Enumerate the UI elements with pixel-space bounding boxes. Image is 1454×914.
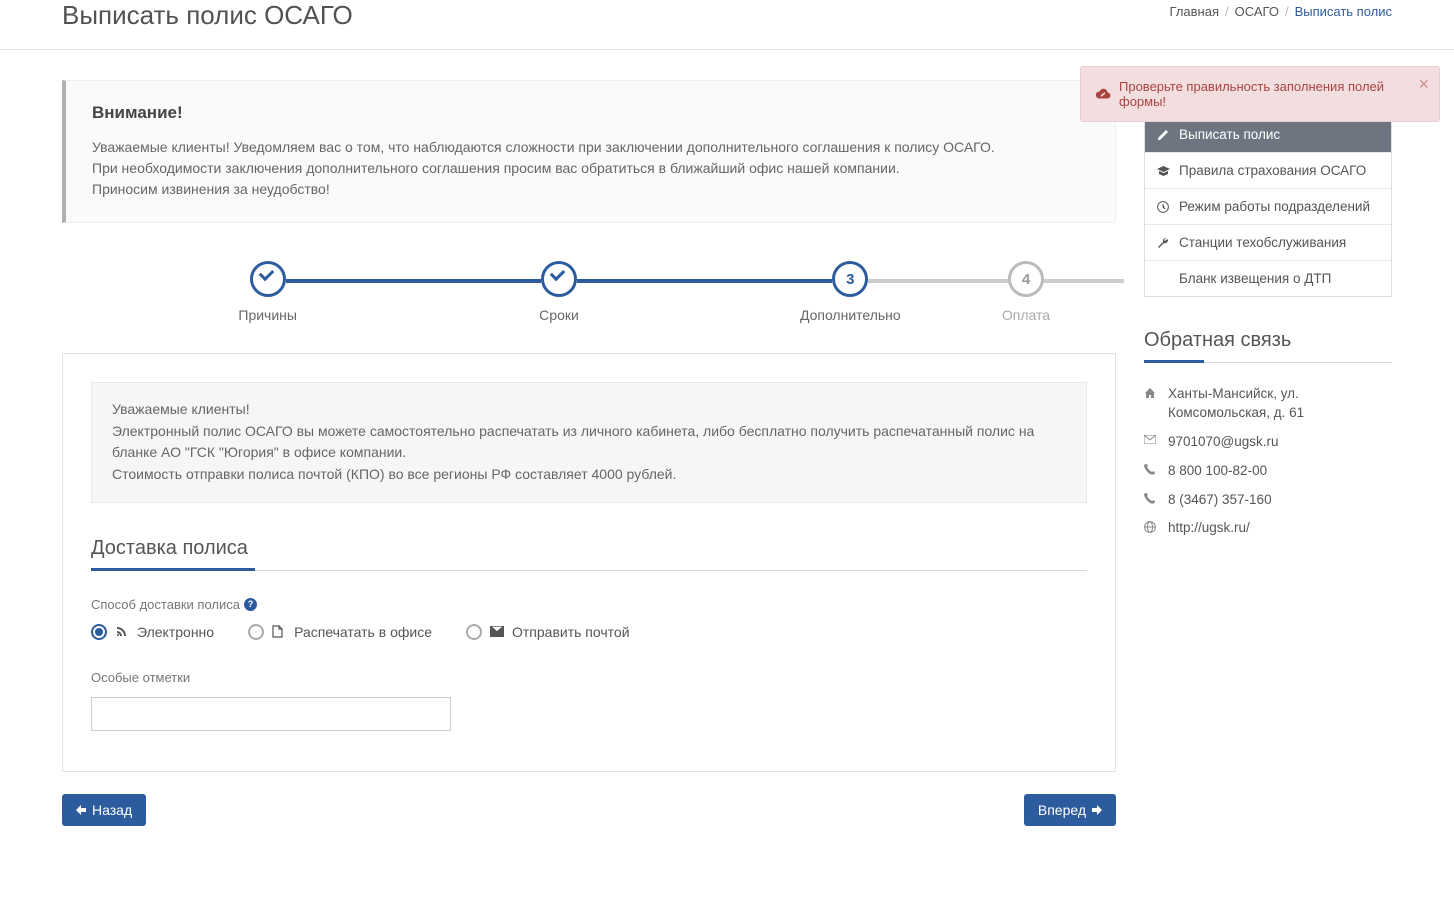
step-payment: 4 Оплата [996,261,1056,323]
special-notes-input[interactable] [91,697,451,731]
delivery-option-mail[interactable]: Отправить почтой [466,624,630,640]
breadcrumb-sep: / [1285,4,1289,19]
radio-icon [91,624,107,640]
warning-notice: Внимание! Уважаемые клиенты! Уведомляем … [62,80,1116,223]
notice-line: Уважаемые клиенты! Уведомляем вас о том,… [92,137,1089,158]
error-toast-text: Проверьте правильность заполнения полей … [1119,79,1403,109]
delivery-method-group: Электронно Распечатать в офисе [91,624,1087,640]
back-button-label: Назад [92,802,132,818]
globe-icon [1144,521,1158,538]
step-additional[interactable]: 3 Дополнительно [705,261,996,323]
step-terms[interactable]: Сроки [413,261,704,323]
contact-site[interactable]: http://ugsk.ru/ [1144,519,1392,538]
menu-label: Выписать полис [1179,127,1280,142]
contact-phone1[interactable]: 8 800 100-82-00 [1144,462,1392,481]
contact-list: Ханты-Мансийск, ул. Комсомольская, д. 61… [1144,385,1392,538]
step-label: Сроки [413,307,704,323]
back-button[interactable]: Назад [62,794,146,826]
next-button[interactable]: Вперед [1024,794,1116,826]
delivery-method-label: Способ доставки полиса ? [91,597,1087,612]
form-panel: Уважаемые клиенты! Электронный полис ОСА… [62,353,1116,772]
info-line: Уважаемые клиенты! [112,399,1066,421]
breadcrumb-osago[interactable]: ОСАГО [1235,4,1279,19]
notice-line: Приносим извинения за неудобство! [92,179,1089,200]
notice-heading: Внимание! [92,103,1089,123]
page-title: Выписать полис ОСАГО [62,0,353,31]
contact-title: Обратная связь [1144,329,1392,363]
step-label: Оплата [996,307,1056,323]
menu-label: Правила страхования ОСАГО [1179,163,1366,178]
radio-icon [466,624,482,640]
help-icon[interactable]: ? [244,598,257,611]
check-icon [551,271,567,287]
notice-line: При необходимости заключения дополнитель… [92,158,1089,179]
option-label: Распечатать в офисе [294,624,432,640]
menu-label: Режим работы подразделений [1179,199,1370,214]
radio-icon [248,624,264,640]
contact-address: Ханты-Мансийск, ул. Комсомольская, д. 61 [1144,385,1392,423]
home-icon [1144,387,1158,423]
step-label: Дополнительно [705,307,996,323]
option-label: Электронно [137,624,214,640]
info-subnotice: Уважаемые клиенты! Электронный полис ОСА… [91,382,1087,503]
rss-icon [115,625,129,638]
progress-stepper: Причины Сроки 3 Дополнительно 4 Оплата [122,261,1056,323]
close-toast-button[interactable]: × [1418,75,1429,93]
special-notes-label: Особые отметки [91,670,1087,685]
phone-icon [1144,464,1158,481]
delivery-option-office[interactable]: Распечатать в офисе [248,624,432,640]
breadcrumb-sep: / [1225,4,1229,19]
step-label: Причины [122,307,413,323]
menu-item-hours[interactable]: Режим работы подразделений [1145,189,1391,225]
edit-icon [1157,129,1171,141]
menu-item-accident-form[interactable]: Бланк извещения о ДТП [1145,261,1391,296]
envelope-icon [1144,435,1158,452]
step-reasons[interactable]: Причины [122,261,413,323]
menu-item-service[interactable]: Станции техобслуживания [1145,225,1391,261]
graduation-icon [1157,166,1171,176]
menu-item-rules[interactable]: Правила страхования ОСАГО [1145,153,1391,189]
breadcrumb-current: Выписать полис [1295,4,1392,19]
cloud-error-icon [1095,88,1111,100]
info-line: Стоимость отправки полиса почтой (КПО) в… [112,464,1066,486]
breadcrumb-home[interactable]: Главная [1170,4,1219,19]
option-label: Отправить почтой [512,624,630,640]
next-button-label: Вперед [1038,802,1086,818]
contact-email[interactable]: 9701070@ugsk.ru [1144,433,1392,452]
arrow-left-icon [76,805,86,815]
clock-icon [1157,201,1171,213]
file-icon [272,625,286,638]
breadcrumb: Главная / ОСАГО / Выписать полис [1170,4,1392,19]
menu-label: Бланк извещения о ДТП [1179,271,1331,286]
error-toast: Проверьте правильность заполнения полей … [1080,66,1440,122]
wrench-icon [1157,237,1171,249]
contact-phone2[interactable]: 8 (3467) 357-160 [1144,491,1392,510]
envelope-icon [490,626,504,637]
arrow-right-icon [1092,805,1102,815]
menu-label: Станции техобслуживания [1179,235,1346,250]
phone-icon [1144,493,1158,510]
delivery-option-electronic[interactable]: Электронно [91,624,214,640]
delivery-section-title: Доставка полиса [91,537,1087,571]
check-icon [260,271,276,287]
menu-item-issue[interactable]: Выписать полис [1145,117,1391,153]
info-line: Электронный полис ОСАГО вы можете самост… [112,421,1066,464]
